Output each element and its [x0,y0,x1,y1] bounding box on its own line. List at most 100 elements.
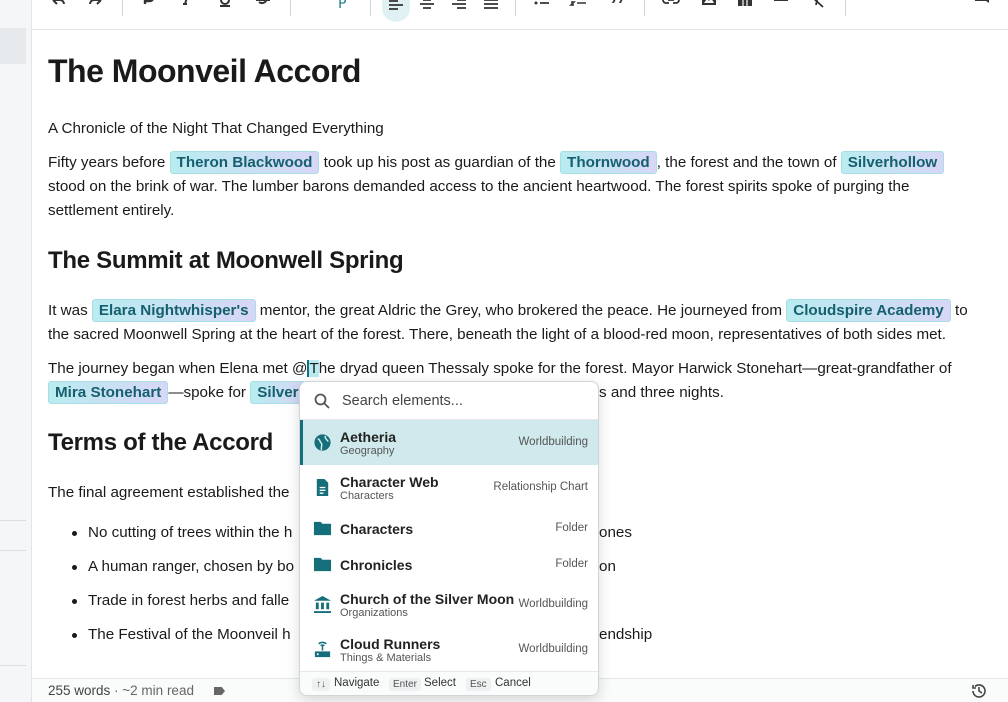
navigate-hint: Navigate [334,677,380,689]
search-input[interactable] [342,390,582,412]
enter-key: Enter [389,678,421,691]
chevron-down-icon[interactable] [307,0,335,16]
paragraph-line: It was Elara Nightwhisper's mentor, the … [48,299,968,323]
text-cursor: T [307,360,319,377]
mention-chip[interactable]: Elara Nightwhisper's [91,299,256,322]
comment-icon[interactable] [968,0,996,16]
toolbar-divider [845,0,846,16]
text-run: It was [48,302,92,319]
tag-icon[interactable] [214,687,225,695]
item-title: Chronicles [340,557,413,573]
horizontal-rule-icon[interactable] [767,0,795,16]
bullet-list-icon[interactable] [528,0,556,16]
institution-icon [313,595,332,614]
numbered-list-icon[interactable] [565,0,593,16]
folder-icon [313,521,332,536]
sidebar-divider [0,520,26,521]
item-subtitle: Organizations [340,607,408,619]
blockquote-icon[interactable] [604,0,632,16]
toolbar-divider [370,0,371,16]
paragraph-line-tail: s and three nights. [599,384,724,401]
item-type: Folder [555,558,588,570]
paragraph-style-select[interactable]: P [338,0,346,12]
navigate-key: ↑↓ [312,678,330,691]
toolbar-divider [290,0,291,16]
item-subtitle: Geography [340,445,395,457]
select-hint: Select [424,677,456,689]
text-run: took up his post as guardian of the [319,154,561,171]
popup-item-characters[interactable]: Characters Folder [300,510,598,546]
align-center-icon[interactable] [413,0,441,16]
toolbar-divider [122,0,123,16]
cancel-hint: Cancel [495,677,531,689]
editor-app: P The Moonveil Accord A Chronicle of the… [0,0,1008,702]
mention-chip[interactable]: Theron Blackwood [169,151,320,174]
item-title: Characters [340,521,414,537]
image-icon[interactable] [695,0,723,16]
item-type: Worldbuilding [518,436,588,448]
align-left-icon[interactable] [382,0,410,22]
mention-chip[interactable]: Silver [250,381,306,404]
document-subtitle: A Chronicle of the Night That Changed Ev… [48,120,384,137]
text-run: he dryad queen Thessaly spoke for the fo… [318,360,952,377]
popup-item-church-of-the-silver-moon[interactable]: Church of the Silver Moon Organizations … [300,582,598,627]
globe-icon [314,434,331,451]
mention-autocomplete-popup: Aetheria Geography Worldbuilding Charact… [299,381,599,696]
undo-icon[interactable] [44,0,72,16]
toolbar-divider [644,0,645,16]
popup-item-aetheria[interactable]: Aetheria Geography Worldbuilding [300,420,598,465]
link-icon[interactable] [657,0,685,16]
paragraph-line: Fifty years before Theron Blackwood took… [48,151,945,175]
text-run: —spoke for [168,384,251,401]
popup-item-character-web[interactable]: Character Web Characters Relationship Ch… [300,465,598,510]
mention-chip[interactable]: Silverhollow [840,151,945,174]
table-icon[interactable] [731,0,759,16]
item-type: Worldbuilding [518,598,588,610]
mention-chip[interactable]: Cloudspire Academy [786,299,951,322]
router-icon [314,641,331,658]
section-heading: The Summit at Moonwell Spring [48,247,404,274]
list-item-tail: ones [599,524,632,541]
popup-item-cloud-runners[interactable]: Cloud Runners Things & Materials Worldbu… [300,627,598,672]
align-right-icon[interactable] [445,0,473,16]
list-item-tail: endship [599,626,653,643]
section-heading: Terms of the Accord [48,429,274,456]
item-type: Relationship Chart [493,481,588,493]
list-item: No cutting of trees within the h [71,521,292,545]
history-icon[interactable] [970,682,988,700]
paragraph-line: the sacred Moonwell Spring at the heart … [48,326,946,343]
item-subtitle: Things & Materials [340,652,432,664]
item-title: Church of the Silver Moon [340,591,515,607]
document-icon [316,478,329,497]
toolbar-divider [515,0,516,16]
folder-icon [313,557,332,572]
text-run: , the forest and the town of [656,154,841,171]
strikethrough-icon[interactable] [249,0,277,16]
mention-chip[interactable]: Thornwood [560,151,657,174]
sidebar-selected-item[interactable] [0,28,26,64]
mention-chip[interactable]: Mira Stonehart [48,381,169,404]
text-run: mentor, the great Aldric the Grey, who b… [255,302,787,319]
redo-icon[interactable] [82,0,110,16]
paragraph-line: Mira Stonehart —spoke for Silver [48,381,306,405]
search-icon [314,393,330,409]
item-subtitle: Characters [340,490,394,502]
clear-format-icon[interactable] [804,0,832,16]
list-item: A human ranger, chosen by bo [71,555,294,579]
word-count: 255 words · ~2 min read [48,683,194,698]
item-title: Cloud Runners [340,636,441,652]
italic-icon[interactable] [172,0,200,16]
sidebar-divider [0,665,26,666]
paragraph-line: The final agreement established the [48,484,290,501]
text-run: Fifty years before [48,154,170,171]
list-item: Trade in forest herbs and falle [71,589,289,613]
text-run: The journey began when Elena met @ [48,360,308,377]
item-type: Worldbuilding [518,643,588,655]
popup-search-row [300,382,598,420]
bold-icon[interactable] [135,0,163,16]
item-type: Folder [555,522,588,534]
formatting-toolbar: P [32,0,1008,30]
align-justify-icon[interactable] [477,0,505,16]
popup-item-chronicles[interactable]: Chronicles Folder [300,546,598,582]
underline-icon[interactable] [211,0,239,16]
